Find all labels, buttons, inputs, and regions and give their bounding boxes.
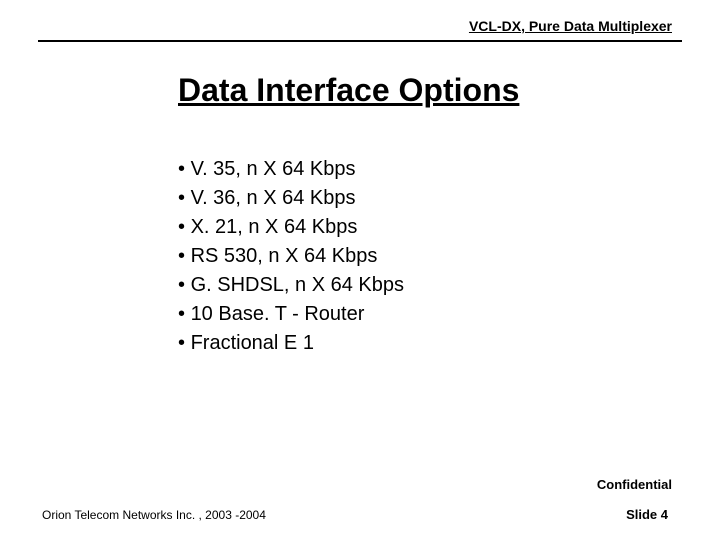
header-label: VCL-DX, Pure Data Multiplexer	[469, 18, 672, 34]
confidential-label: Confidential	[597, 477, 672, 492]
list-item: X. 21, n X 64 Kbps	[178, 213, 404, 242]
list-item: V. 36, n X 64 Kbps	[178, 184, 404, 213]
footer-org: Orion Telecom Networks Inc. , 2003 -2004	[42, 508, 266, 522]
header-rule	[38, 40, 682, 42]
list-item: G. SHDSL, n X 64 Kbps	[178, 271, 404, 300]
list-item: 10 Base. T - Router	[178, 300, 404, 329]
slide-number: Slide 4	[626, 507, 668, 522]
bullet-list: V. 35, n X 64 Kbps V. 36, n X 64 Kbps X.…	[178, 155, 404, 358]
slide: VCL-DX, Pure Data Multiplexer Data Inter…	[0, 0, 720, 540]
page-title: Data Interface Options	[178, 72, 519, 109]
list-item: RS 530, n X 64 Kbps	[178, 242, 404, 271]
list-item: V. 35, n X 64 Kbps	[178, 155, 404, 184]
list-item: Fractional E 1	[178, 329, 404, 358]
